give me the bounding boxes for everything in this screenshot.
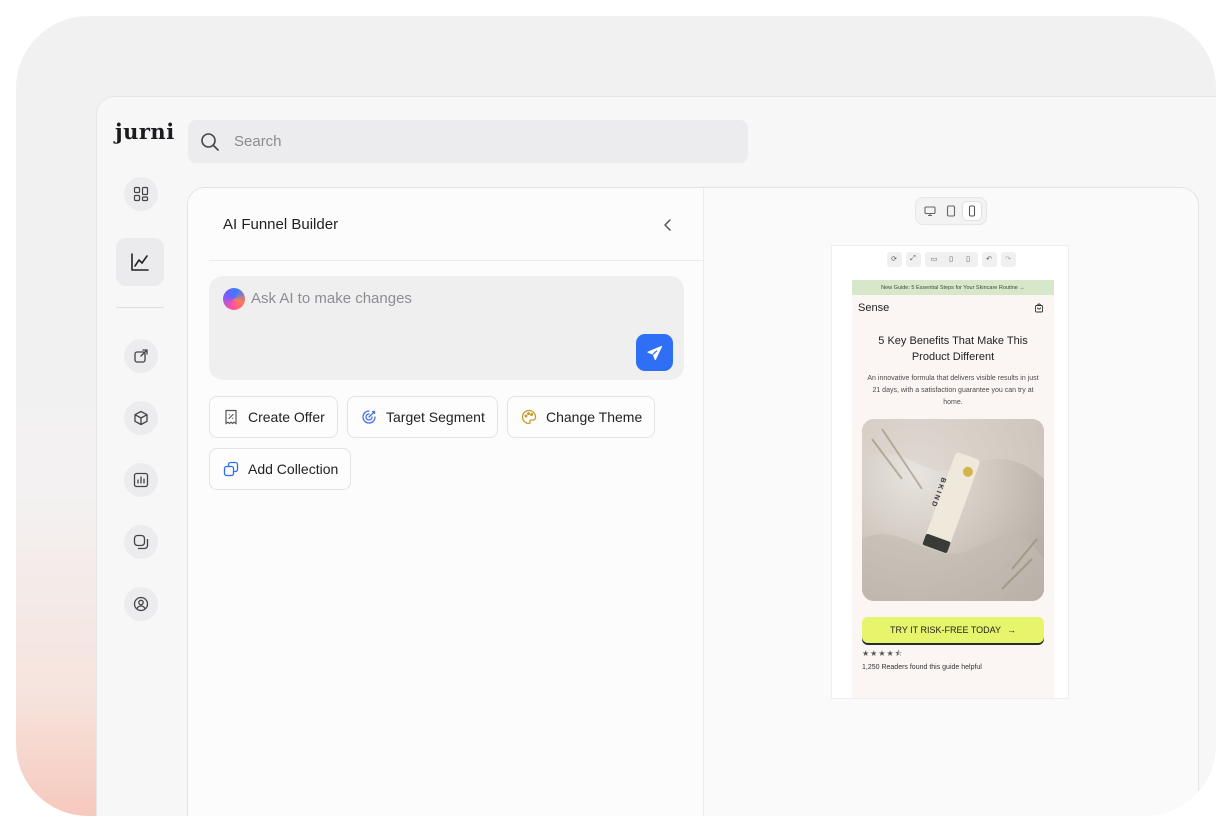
layers-icon bbox=[133, 534, 149, 550]
builder-pane: AI Funnel Builder Ask AI to make changes… bbox=[188, 188, 704, 816]
ai-prompt-input[interactable] bbox=[251, 286, 641, 310]
offer-tag-icon bbox=[222, 408, 240, 426]
sidebar-divider bbox=[116, 307, 164, 308]
cube-icon bbox=[134, 410, 148, 426]
undo-button[interactable]: ↶ bbox=[981, 251, 997, 267]
chip-label: Change Theme bbox=[546, 409, 643, 425]
search-bar[interactable] bbox=[188, 120, 748, 163]
chart-line-icon bbox=[131, 253, 149, 271]
search-icon bbox=[201, 132, 219, 151]
bar-chart-icon bbox=[133, 472, 149, 488]
social-proof-text: 1,250 Readers found this guide helpful bbox=[862, 664, 982, 671]
arrow-right-icon: → bbox=[1007, 625, 1017, 635]
sidebar-item-external[interactable] bbox=[124, 339, 158, 373]
change-theme-button[interactable]: Change Theme bbox=[507, 396, 656, 438]
chip-label: Target Segment bbox=[386, 409, 485, 425]
sidebar-item-analytics[interactable] bbox=[116, 238, 164, 286]
collection-icon bbox=[222, 460, 240, 478]
screenshot-frame: jurni Search AI Funnel Builder Ask AI to… bbox=[16, 16, 1216, 816]
header-divider bbox=[209, 260, 704, 261]
cart-icon[interactable] bbox=[1034, 303, 1044, 313]
expand-button[interactable]: ⤢ bbox=[905, 251, 921, 267]
chevron-left-icon bbox=[664, 219, 671, 231]
desktop-icon bbox=[924, 206, 936, 217]
collapse-button[interactable] bbox=[658, 215, 678, 235]
hero-subtitle: An innovative formula that delivers visi… bbox=[867, 375, 1039, 406]
preview-toolbar: ⟳ ⤢ ▭ ▯ ▯ ↶ ↷ bbox=[832, 246, 1070, 272]
send-icon bbox=[646, 345, 662, 360]
product-image: BKIND bbox=[862, 419, 1044, 601]
ai-prompt-box bbox=[209, 276, 684, 380]
main-panel: AI Funnel Builder Ask AI to make changes… bbox=[187, 187, 1199, 816]
tablet-icon bbox=[946, 205, 956, 217]
mobile-icon: ▯ bbox=[966, 256, 970, 263]
chip-label: Add Collection bbox=[248, 461, 339, 477]
mobile-preview: New Guide: 5 Essential Steps for Your Sk… bbox=[852, 280, 1054, 698]
palette-icon bbox=[520, 408, 538, 426]
star-rating: ★★★★⯪ bbox=[862, 649, 904, 658]
cta-button[interactable]: TRY IT RISK-FREE TODAY → bbox=[862, 617, 1044, 643]
sidebar-item-profile[interactable] bbox=[124, 587, 158, 621]
announcement-banner[interactable]: New Guide: 5 Essential Steps for Your Sk… bbox=[852, 280, 1054, 295]
preview-frame: ⟳ ⤢ ▭ ▯ ▯ ↶ ↷ New Guide: 5 Essential Ste… bbox=[831, 245, 1069, 699]
store-header: Sense bbox=[852, 295, 1054, 321]
refresh-button[interactable]: ⟳ bbox=[886, 251, 902, 267]
app-logo: jurni bbox=[115, 119, 175, 144]
mobile-view-button[interactable] bbox=[962, 202, 981, 220]
preview-desktop-button[interactable]: ▭ bbox=[926, 251, 942, 267]
sidebar-item-content[interactable] bbox=[124, 525, 158, 559]
undo-icon: ↶ bbox=[986, 256, 992, 263]
hero-title: 5 Key Benefits That Make This Product Di… bbox=[878, 335, 1028, 363]
preview-device-group: ▭ ▯ ▯ bbox=[924, 251, 978, 267]
page-title: AI Funnel Builder bbox=[223, 216, 339, 233]
target-segment-button[interactable]: Target Segment bbox=[347, 396, 498, 438]
create-offer-button[interactable]: Create Offer bbox=[209, 396, 338, 438]
tablet-view-button[interactable] bbox=[942, 202, 960, 220]
chip-label: Create Offer bbox=[248, 409, 325, 425]
sidebar-item-dashboard[interactable] bbox=[124, 177, 158, 211]
desktop-view-button[interactable] bbox=[921, 202, 939, 220]
cta-label: TRY IT RISK-FREE TODAY bbox=[889, 625, 1002, 635]
redo-button[interactable]: ↷ bbox=[1000, 251, 1016, 267]
tablet-icon: ▯ bbox=[949, 256, 953, 263]
sidebar-item-reports[interactable] bbox=[124, 463, 158, 497]
grid-icon bbox=[133, 186, 149, 202]
refresh-icon: ⟳ bbox=[891, 256, 897, 263]
desktop-icon: ▭ bbox=[930, 256, 938, 263]
preview-mobile-button[interactable]: ▯ bbox=[960, 251, 976, 267]
preview-tablet-button[interactable]: ▯ bbox=[943, 251, 959, 267]
external-link-icon bbox=[134, 349, 148, 363]
search-input[interactable] bbox=[234, 133, 714, 150]
expand-icon: ⤢ bbox=[910, 255, 916, 262]
user-circle-icon bbox=[133, 596, 149, 612]
mobile-icon bbox=[968, 205, 975, 217]
app-window: jurni Search AI Funnel Builder Ask AI to… bbox=[96, 96, 1216, 816]
sidebar-item-products[interactable] bbox=[124, 401, 158, 435]
send-button[interactable] bbox=[636, 334, 673, 371]
store-brand: Sense bbox=[858, 302, 890, 314]
add-collection-button[interactable]: Add Collection bbox=[209, 448, 352, 490]
redo-icon: ↷ bbox=[1005, 256, 1011, 263]
device-toggle bbox=[915, 197, 987, 225]
target-icon bbox=[360, 408, 378, 426]
ai-orb-icon bbox=[223, 288, 245, 310]
